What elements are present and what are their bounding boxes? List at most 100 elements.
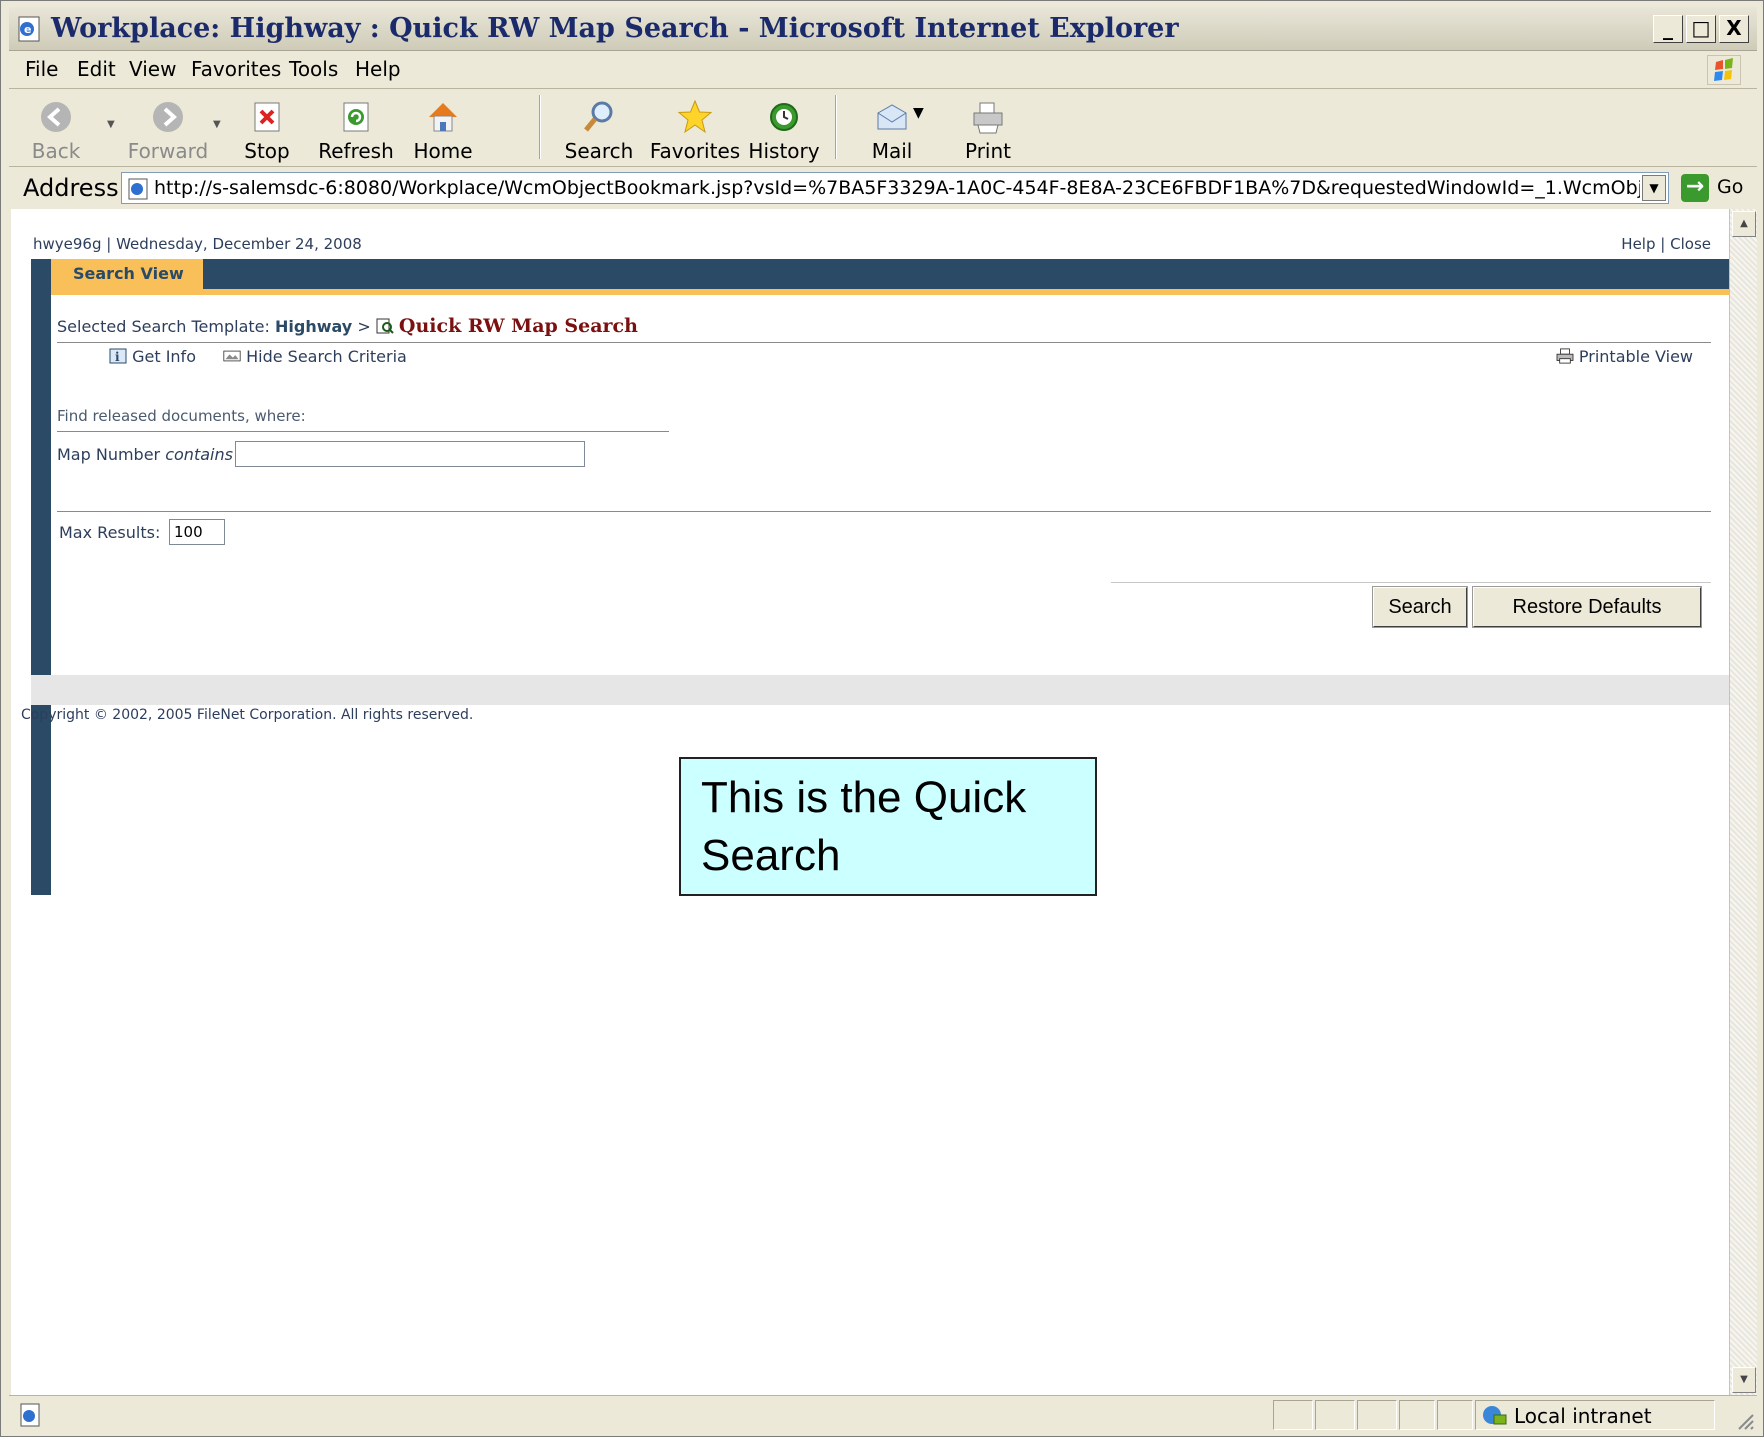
menu-edit[interactable]: Edit [77, 57, 116, 81]
divider [57, 511, 1711, 512]
status-pane [1315, 1400, 1355, 1430]
go-label: Go [1717, 176, 1744, 198]
scroll-up-arrow-icon[interactable]: ▲ [1732, 211, 1756, 237]
toolbar-separator [539, 95, 541, 159]
window-title: Workplace: Highway : Quick RW Map Search… [51, 13, 1179, 44]
divider [1111, 582, 1711, 583]
print-button[interactable]: Print [945, 93, 1031, 163]
refresh-button[interactable]: Refresh [311, 93, 401, 163]
menu-tools[interactable]: Tools [289, 57, 338, 81]
divider [57, 342, 1711, 343]
printable-view-link[interactable]: Printable View [1556, 347, 1693, 366]
toolbar: Back ▼ Forward ▼ Stop Refresh Home Searc… [9, 89, 1757, 167]
status-bar: Local intranet [9, 1395, 1757, 1433]
menu-favorites[interactable]: Favorites [191, 57, 281, 81]
search-icon [584, 101, 613, 132]
stop-label: Stop [244, 139, 290, 163]
help-link[interactable]: Help [1621, 235, 1655, 253]
template-current: Quick RW Map Search [398, 315, 638, 337]
go-button[interactable]: → Go [1681, 172, 1751, 204]
template-breadcrumb: Selected Search Template: Highway > Quic… [57, 315, 638, 337]
back-label: Back [31, 139, 81, 163]
minimize-button[interactable]: _ [1653, 15, 1683, 43]
forward-label: Forward [127, 139, 209, 163]
max-results-label: Max Results: [59, 523, 161, 542]
printable-view-label: Printable View [1578, 347, 1693, 366]
divider [57, 431, 669, 432]
annotation-callout: This is the Quick Search [679, 757, 1097, 896]
address-label: Address [23, 174, 119, 202]
link-separator: | [1660, 235, 1666, 253]
hide-criteria-label: Hide Search Criteria [246, 347, 407, 366]
forward-dropdown-icon[interactable]: ▼ [213, 119, 221, 130]
status-pane [1357, 1400, 1397, 1430]
map-field-name: Map Number [57, 445, 161, 464]
max-results-input[interactable] [169, 519, 225, 545]
menu-view[interactable]: View [129, 57, 176, 81]
mail-label: Mail [871, 139, 913, 163]
scroll-down-arrow-icon[interactable]: ▼ [1732, 1367, 1756, 1393]
tab-underline [51, 289, 1729, 295]
history-label: History [748, 139, 820, 163]
address-field[interactable]: http://s-salemsdc-6:8080/Workplace/WcmOb… [121, 172, 1669, 204]
footer-bar [31, 675, 1729, 705]
status-pane [1437, 1400, 1473, 1430]
maximize-button[interactable]: □ [1686, 15, 1716, 43]
stop-icon [254, 102, 280, 132]
search-toolbar-button[interactable]: Search [551, 93, 647, 163]
address-bar: Address http://s-salemsdc-6:8080/Workpla… [9, 168, 1757, 208]
title-bar: e Workplace: Highway : Quick RW Map Sear… [9, 7, 1757, 51]
search-toolbar-label: Search [564, 139, 634, 163]
close-link[interactable]: Close [1670, 235, 1711, 253]
callout-line-1: This is the Quick [701, 773, 1027, 822]
status-pane [1399, 1400, 1435, 1430]
favorites-button[interactable]: Favorites [647, 93, 743, 163]
stop-button[interactable]: Stop [227, 93, 307, 163]
nav-bar [31, 259, 1729, 289]
hide-search-criteria-link[interactable]: Hide Search Criteria [223, 347, 407, 366]
left-nav-stripe [31, 261, 51, 895]
resize-grip-icon[interactable] [1735, 1411, 1755, 1431]
template-parent-link[interactable]: Highway [275, 317, 352, 336]
back-dropdown-icon[interactable]: ▼ [107, 119, 115, 130]
forward-button[interactable]: Forward [123, 93, 213, 163]
copyright-text: Copyright © 2002, 2005 FileNet Corporati… [21, 707, 474, 723]
user-date-line: hwye96g | Wednesday, December 24, 2008 [33, 235, 362, 253]
history-button[interactable]: History [741, 93, 827, 163]
home-label: Home [413, 139, 473, 163]
home-button[interactable]: Home [403, 93, 483, 163]
favorites-star-icon [677, 99, 713, 134]
page-content: hwye96g | Wednesday, December 24, 2008 H… [11, 209, 1729, 1395]
menu-file[interactable]: File [25, 57, 58, 81]
history-clock-icon [770, 103, 798, 131]
mail-button[interactable]: Mail [849, 93, 935, 163]
menu-bar: File Edit View Favorites Tools Help [9, 53, 1757, 89]
refresh-icon [343, 102, 369, 132]
address-dropdown-icon[interactable]: ▼ [1642, 175, 1666, 201]
address-url[interactable]: http://s-salemsdc-6:8080/Workplace/WcmOb… [154, 177, 1640, 199]
map-number-label: Map Number contains [57, 445, 233, 464]
mail-envelope-icon [877, 104, 907, 130]
browser-window: e Workplace: Highway : Quick RW Map Sear… [0, 0, 1764, 1437]
back-arrow-icon [41, 102, 71, 132]
callout-line-2: Search [701, 831, 841, 880]
windows-logo-icon [1707, 55, 1741, 85]
toolbar-separator [835, 95, 837, 159]
back-button[interactable]: Back [11, 93, 101, 163]
vertical-scrollbar[interactable]: ▲ ▼ [1729, 209, 1757, 1395]
get-info-label: Get Info [132, 347, 196, 366]
map-operator: contains [165, 445, 233, 464]
get-info-link[interactable]: i Get Info [109, 347, 196, 366]
menu-help[interactable]: Help [355, 57, 401, 81]
restore-defaults-button[interactable]: Restore Defaults [1472, 586, 1702, 628]
template-prefix: Selected Search Template: [57, 317, 270, 336]
close-window-button[interactable]: X [1719, 15, 1749, 43]
map-number-input[interactable] [235, 441, 585, 467]
mail-dropdown-icon[interactable]: ▼ [913, 105, 924, 121]
svg-text:e: e [24, 23, 31, 36]
search-button[interactable]: Search [1372, 586, 1468, 628]
tab-search-view[interactable]: Search View [51, 259, 203, 289]
breadcrumb-arrow: > [357, 317, 371, 336]
intranet-zone-icon [1483, 1406, 1507, 1425]
favorites-label: Favorites [649, 139, 741, 163]
